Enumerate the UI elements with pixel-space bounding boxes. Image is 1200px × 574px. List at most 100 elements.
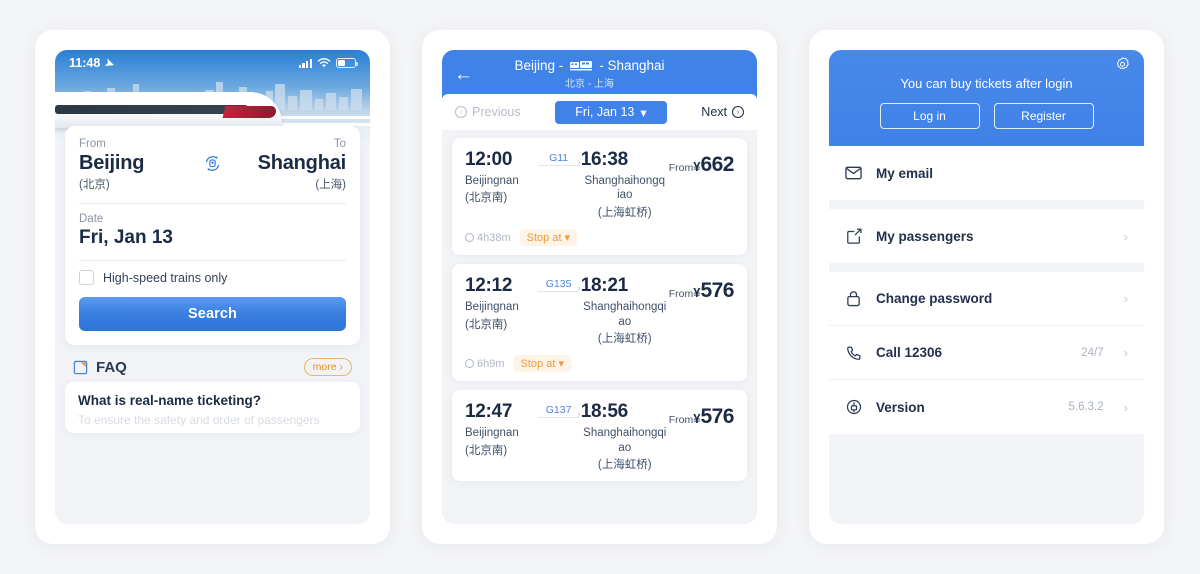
search-form-card: From Beijing (北京) To Shanghai (上海) Date … — [65, 126, 360, 345]
passengers-edit-icon — [845, 228, 862, 245]
route-subtitle: 北京 - 上海 — [565, 79, 614, 90]
route-from: Beijing - — [514, 58, 564, 73]
menu-label: Change password — [876, 291, 993, 306]
phone3-screen: 11:48 ➤ — [829, 50, 1144, 524]
chevron-down-icon: ▾ — [640, 105, 647, 120]
train-duration: 6h9m — [465, 358, 505, 370]
route-title-group: Beijing - - Shanghai 北京 - 上海 — [464, 58, 715, 90]
train-icon — [570, 61, 593, 71]
faq-title: FAQ — [96, 358, 127, 376]
menu-group-divider-2 — [829, 263, 1144, 272]
account-menu-group-2: My passengers › — [829, 209, 1144, 263]
from-label: From — [79, 138, 106, 150]
train-arrive-block: 18:21 Shanghaihongqi ao (上海虹桥) — [581, 275, 669, 346]
register-button[interactable]: Register — [993, 103, 1094, 129]
divider-2 — [79, 260, 346, 261]
depart-station: Beijingnan — [465, 427, 519, 440]
stop-at-button[interactable]: Stop at ▾ — [519, 229, 578, 247]
menu-label: Version — [876, 399, 925, 415]
date-value: Fri, Jan 13 — [79, 227, 173, 248]
train-row-footer: 6h9m Stop at ▾ — [465, 355, 734, 373]
highspeed-filter-row[interactable]: High-speed trains only — [79, 270, 346, 285]
train-code-block: G135 — [538, 275, 581, 294]
to-city-cn: (上海) — [315, 179, 346, 191]
arrive-station-cn: (上海虹桥) — [597, 332, 652, 345]
phone-card-results: 11:49 ➤ ← — [422, 30, 777, 544]
route-line — [538, 283, 581, 294]
train-arrive-block: 16:38 Shanghaihongq iao (上海虹桥) — [581, 149, 669, 220]
from-city: Beijing — [79, 152, 145, 174]
train-price-block: From ¥ 662 — [668, 149, 735, 177]
faq-more-button[interactable]: more › — [303, 358, 352, 376]
stop-at-button[interactable]: Stop at ▾ — [513, 355, 571, 373]
price-amount: 576 — [700, 405, 734, 429]
depart-station-cn: (北京南) — [465, 192, 508, 205]
arrive-station: Shanghaihongqi ao — [583, 301, 667, 328]
chevron-right-icon: › — [1123, 399, 1128, 415]
faq-item[interactable]: What is real-name ticketing? To ensure t… — [65, 382, 360, 433]
origin-block[interactable]: From Beijing (北京) — [79, 138, 196, 192]
menu-item-my-passengers[interactable]: My passengers › — [829, 209, 1144, 263]
results-nav-bar: 11:49 ➤ ← — [442, 50, 757, 98]
account-menu-group-1: My email — [829, 146, 1144, 200]
train-code: G137 — [545, 404, 572, 417]
price-currency: ¥ — [693, 411, 701, 427]
menu-label: Call 12306 — [876, 345, 943, 360]
train-illustration — [55, 92, 282, 128]
route-line — [538, 157, 581, 168]
clock-icon — [465, 233, 474, 243]
menu-group-divider — [829, 200, 1144, 209]
menu-item-change-password[interactable]: Change password › — [829, 272, 1144, 326]
next-label: Next — [701, 105, 727, 119]
depart-station: Beijingnan — [465, 175, 519, 187]
menu-label: My passengers — [876, 228, 974, 244]
previous-day-button[interactable]: ‹ Previous — [455, 105, 521, 119]
to-label: To — [333, 138, 346, 150]
price-from-label: From — [668, 288, 694, 301]
destination-block[interactable]: To Shanghai (上海) — [229, 138, 347, 192]
envelope-icon — [845, 165, 862, 182]
train-row-main: 12:12 Beijingnan (北京南) G135 18:21 Shangh… — [465, 275, 734, 346]
train-depart-block: 12:00 Beijingnan (北京南) — [465, 149, 536, 206]
faq-title-group: FAQ — [73, 359, 127, 376]
depart-time: 12:00 — [465, 149, 513, 170]
depart-time: 12:12 — [465, 275, 513, 297]
arrive-station: Shanghaihongqi ao — [583, 427, 667, 454]
chevron-right-icon: › — [1123, 345, 1128, 360]
price-amount: 662 — [700, 153, 734, 176]
menu-tail-space — [829, 434, 1144, 494]
price-currency: ¥ — [693, 285, 701, 301]
menu-item-my-email[interactable]: My email — [829, 146, 1144, 200]
menu-item-version[interactable]: Version 5.6.3.2 › — [829, 380, 1144, 434]
train-result-row[interactable]: 12:00 Beijingnan (北京南) G11 16:38 Shangha… — [452, 138, 747, 256]
status-right — [298, 58, 358, 68]
train-result-row[interactable]: 12:12 Beijingnan (北京南) G135 18:21 Shangh… — [452, 264, 747, 382]
swap-stations-button[interactable] — [196, 138, 230, 173]
date-pill-button[interactable]: Fri, Jan 13 ▾ — [555, 100, 667, 124]
login-button[interactable]: Log in — [879, 103, 980, 129]
menu-item-call-12306[interactable]: Call 12306 24/7 › — [829, 326, 1144, 380]
highspeed-checkbox[interactable] — [79, 270, 94, 285]
settings-button[interactable] — [1114, 56, 1131, 78]
account-header: 11:48 ➤ — [829, 50, 1144, 146]
phone2-screen: 11:49 ➤ ← — [442, 50, 757, 524]
train-price-block: From ¥ 576 — [669, 401, 735, 429]
train-depart-block: 12:47 Beijingnan (北京南) — [465, 401, 536, 458]
price-from-label: From — [668, 162, 694, 174]
menu-value: 24/7 — [1081, 346, 1104, 359]
status-left: 11:48 ➤ — [69, 56, 117, 71]
location-arrow-icon: ➤ — [103, 56, 117, 71]
date-block[interactable]: Date Fri, Jan 13 — [79, 213, 346, 249]
phone1-status-bar: 11:48 ➤ — [55, 50, 370, 76]
next-day-button[interactable]: Next › — [701, 105, 744, 119]
train-results-list: 12:00 Beijingnan (北京南) G11 16:38 Shangha… — [442, 130, 757, 494]
train-price-block: From ¥ 576 — [668, 275, 735, 303]
faq-book-icon — [73, 360, 88, 374]
to-city: Shanghai — [257, 152, 347, 174]
three-phone-mockup-stage: 11:48 ➤ From Beijing (北京) To Shanghai (上… — [0, 0, 1200, 574]
search-button[interactable]: Search — [79, 297, 346, 331]
train-result-row[interactable]: 12:47 Beijingnan (北京南) G137 18:56 Shangh… — [452, 390, 747, 482]
gear-icon — [1116, 57, 1129, 70]
faq-question: What is real-name ticketing? — [78, 393, 262, 408]
account-menu-group-3: Change password › Call 12306 24/7 › Vers… — [829, 272, 1144, 434]
